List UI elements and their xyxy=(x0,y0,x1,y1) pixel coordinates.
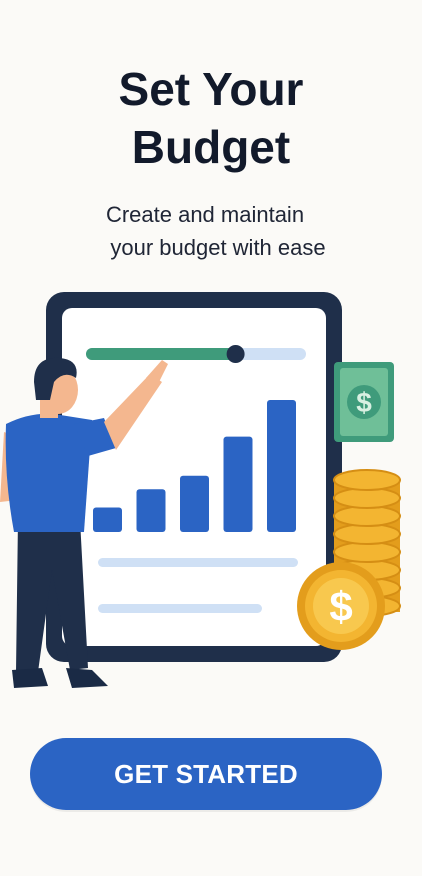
placeholder-line xyxy=(98,558,298,567)
title-line-2: Budget xyxy=(131,121,291,173)
chart-bar xyxy=(93,507,122,532)
slider-fill xyxy=(86,348,236,360)
chart-bar xyxy=(136,489,166,532)
dollar-coin-icon: $ xyxy=(297,562,385,650)
subtitle-line-2: your budget with ease xyxy=(110,235,326,260)
placeholder-line xyxy=(98,604,262,613)
subtitle-line-1: Create and maintain xyxy=(105,202,305,227)
chart-bar xyxy=(180,475,209,532)
budget-illustration: $ $ xyxy=(0,292,401,688)
slider-knob xyxy=(226,345,245,363)
title-line-1: Set Your xyxy=(118,63,304,115)
page-title: Set Your Budget xyxy=(0,60,422,176)
chart-bar xyxy=(267,400,296,532)
banknote-icon: $ xyxy=(334,362,394,442)
chart-bar xyxy=(223,436,253,532)
banknote-dollar-sign: $ xyxy=(356,387,372,418)
coin-dollar-sign: $ xyxy=(329,583,352,630)
get-started-button[interactable]: GET STARTED xyxy=(30,738,382,810)
onboarding-screen: Set Your Budget Create and maintain your… xyxy=(0,0,422,876)
page-subtitle: Create and maintain your budget with eas… xyxy=(0,198,422,264)
